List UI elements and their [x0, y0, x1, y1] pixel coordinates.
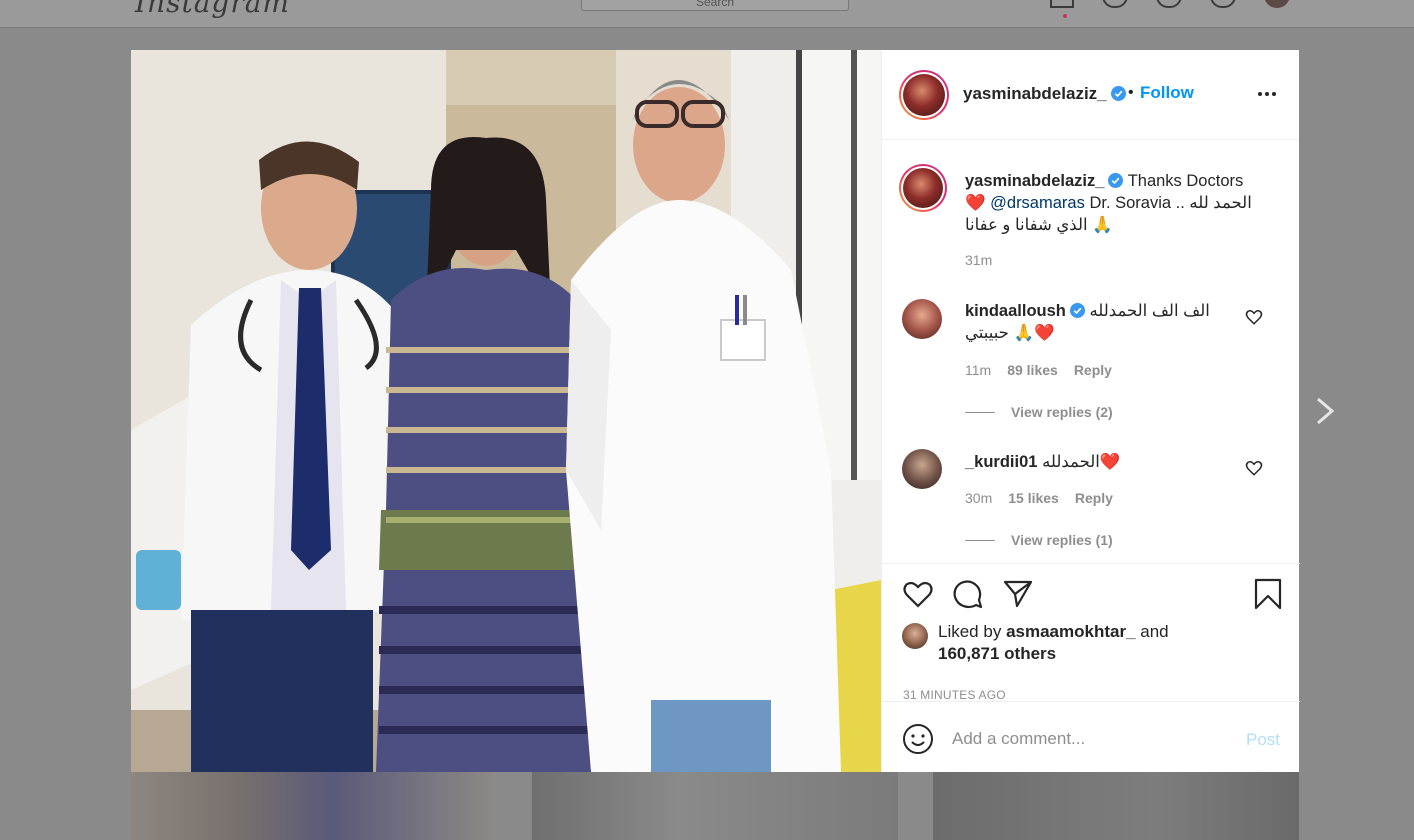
separator-dot: • — [1128, 84, 1134, 101]
post-comment-button[interactable]: Post — [1246, 730, 1280, 750]
explore-icon — [1156, 0, 1182, 8]
comment-time[interactable]: 11m — [965, 362, 991, 378]
add-comment-bar: Post — [882, 701, 1300, 772]
liked-by-user[interactable]: asmaamokhtar_ — [1006, 622, 1135, 641]
background-search-box: Search — [581, 0, 849, 11]
emoji-smiley-icon[interactable] — [902, 723, 934, 755]
view-replies-button[interactable]: View replies (1) — [965, 532, 1113, 548]
commenter-avatar[interactable] — [902, 449, 942, 489]
comment-likes[interactable]: 89 likes — [1007, 362, 1058, 378]
comment-text: kindaalloush الف الف الحمدلله حبيبتي 🙏❤️ — [965, 302, 1210, 342]
verified-badge-icon — [1110, 86, 1126, 101]
post-timestamp[interactable]: 31 MINUTES AGO — [903, 688, 1006, 702]
share-icon[interactable] — [1002, 578, 1034, 610]
home-icon — [1050, 0, 1074, 8]
view-replies-button[interactable]: View replies (2) — [965, 404, 1113, 420]
instagram-logo: Instagram — [135, 0, 290, 19]
caption-author-avatar[interactable] — [899, 164, 947, 212]
grid-thumbnail — [532, 772, 898, 840]
comment-text: _kurdii01 الحمدلله❤️ — [965, 453, 1121, 471]
messenger-icon — [1102, 0, 1128, 8]
comment-likes[interactable]: 15 likes — [1008, 490, 1059, 506]
caption-line-1: Thanks Doctors — [1127, 172, 1244, 190]
comment-meta: 30m 15 likes Reply — [965, 490, 1113, 506]
comment-meta: 11m 89 likes Reply — [965, 362, 1112, 378]
commenter-avatar[interactable] — [902, 299, 942, 339]
caption-text: yasminabdelaziz_ Thanks Doctors ❤️ @drsa… — [965, 170, 1277, 236]
comment-reply-button[interactable]: Reply — [1075, 490, 1113, 506]
post-side-panel: yasminabdelaziz_ • Follow yasminabdelazi… — [881, 50, 1300, 772]
post-modal: yasminabdelaziz_ • Follow yasminabdelazi… — [131, 50, 1300, 772]
author-avatar[interactable] — [899, 70, 949, 120]
comment-icon[interactable] — [952, 578, 984, 610]
comment-time[interactable]: 30m — [965, 490, 992, 506]
next-post-arrow-icon[interactable] — [1314, 397, 1336, 425]
comment-input[interactable] — [952, 724, 1222, 754]
liked-by-row: Liked by asmaamokhtar_ and 160,871 other… — [902, 621, 1169, 665]
caption-mention-link[interactable]: @drsamaras — [990, 194, 1085, 212]
more-options-icon[interactable] — [1258, 92, 1276, 96]
profile-avatar — [1264, 0, 1290, 8]
follow-button[interactable]: Follow — [1140, 83, 1194, 103]
save-bookmark-icon[interactable] — [1252, 578, 1284, 610]
home-notification-dot — [1063, 14, 1067, 18]
comment-like-heart-icon[interactable] — [1245, 308, 1263, 326]
like-heart-icon[interactable] — [902, 578, 934, 610]
grid-thumbnail — [131, 772, 497, 840]
liked-by-text: Liked by asmaamokhtar_ and 160,871 other… — [938, 622, 1169, 663]
comment-username[interactable]: _kurdii01 — [965, 453, 1037, 471]
post-photo-illustration — [131, 50, 881, 772]
background-nav-icons — [1050, 0, 1290, 8]
post-header: yasminabdelaziz_ • Follow — [882, 50, 1299, 140]
grid-thumbnail — [933, 772, 1299, 840]
post-actions: Liked by asmaamokhtar_ and 160,871 other… — [882, 563, 1300, 702]
comment-username[interactable]: kindaalloush — [965, 302, 1066, 320]
author-username[interactable]: yasminabdelaziz_ — [963, 84, 1126, 104]
background-top-bar: Instagram Search — [0, 0, 1414, 28]
caption-line-2: Dr. Soravia .. الحمد لله — [1089, 194, 1252, 212]
activity-heart-icon — [1210, 0, 1236, 8]
verified-badge-icon — [1108, 173, 1124, 188]
caption-time[interactable]: 31m — [965, 252, 992, 268]
post-photo[interactable] — [131, 50, 881, 772]
comment-like-heart-icon[interactable] — [1245, 459, 1263, 477]
verified-badge-icon — [1069, 303, 1085, 318]
heart-emoji-icon: ❤️ — [965, 194, 986, 212]
liked-by-avatar[interactable] — [902, 623, 928, 649]
caption-line-3: الذي شفانا و عفانا 🙏 — [965, 216, 1113, 234]
comment-reply-button[interactable]: Reply — [1074, 362, 1112, 378]
liked-by-others[interactable]: 160,871 others — [938, 644, 1056, 663]
caption-username[interactable]: yasminabdelaziz_ — [965, 172, 1104, 190]
